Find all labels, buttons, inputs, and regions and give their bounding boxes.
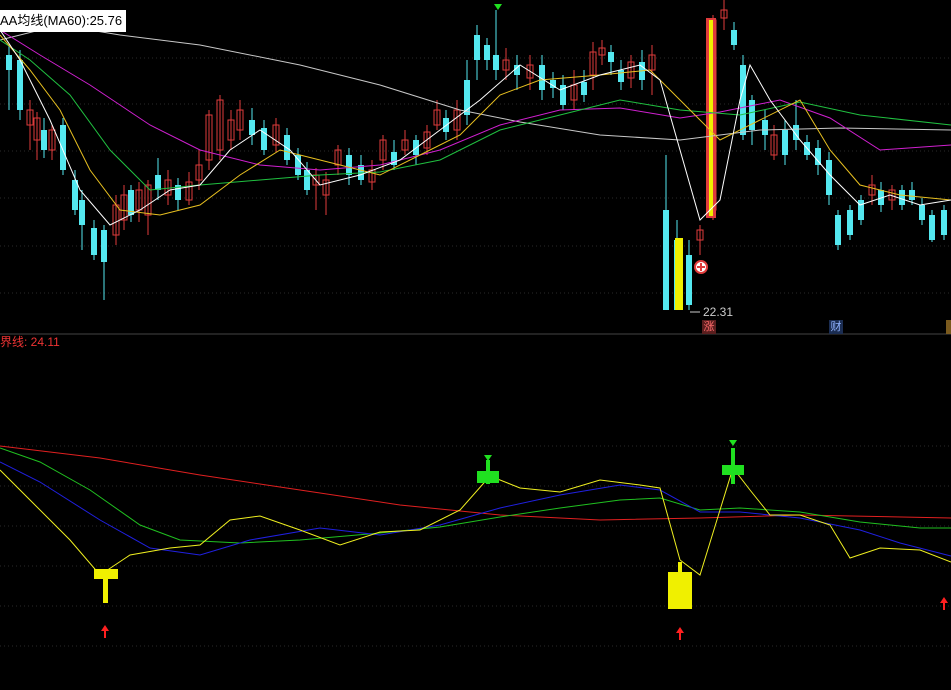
candle-body-down [941,210,947,235]
candle-body-down [815,148,821,165]
candle-body-down [6,55,12,70]
buy-arrow-head [940,597,948,603]
signal-block-green-1-stem [486,460,490,484]
indicator-label: 界线: 24.11 [0,335,60,349]
candle-body-down [346,155,352,175]
candle-body-down [847,210,853,235]
candle-body-down [663,210,669,310]
candle-body-down [618,70,624,82]
candle-body-down [929,215,935,240]
signal-marker-green-2 [729,440,737,446]
ma-line-green [0,39,951,191]
signal-block-yellow-2 [668,572,692,609]
candle-body-down [909,190,915,200]
candle-body-down [608,52,614,62]
volume-bar-yellow [675,238,683,310]
indicator-line-blue [0,461,951,557]
signal-marker-top [494,4,502,10]
candle-body-down [484,45,490,60]
candle-body-down [41,130,47,150]
candle-body-down [782,130,788,155]
candle-body-down [762,120,768,135]
stock-chart [0,0,951,647]
signal-marker-green-1 [484,455,492,461]
candle-body-down [493,55,499,70]
candle-body-down [101,230,107,262]
signal-block-yellow-1-stem [103,579,108,603]
highlight-bar-yellow [709,20,713,216]
indicator-line-green [0,447,951,544]
buy-arrow-head [101,625,109,631]
candle-body-down [835,215,841,245]
candle-body-down [826,160,832,195]
event-badge-zhang[interactable]: 涨 [702,320,716,334]
signal-block-green-2-stem [731,448,735,484]
low-price-label: 22.31 [703,305,734,319]
signal-block-yellow-2-top [678,562,682,574]
event-badge-edge[interactable] [946,320,951,334]
candle-body-down [249,120,255,135]
candle-body-down [295,155,301,175]
candle-body-down [17,60,23,110]
candle-body-down [474,35,480,60]
indicator-line-red [0,445,951,521]
event-badge-cai[interactable]: 财 [829,320,843,334]
candle-body-down [686,255,692,305]
signal-block-yellow-1 [94,569,118,579]
candle-body-down [858,200,864,220]
candle-body-down [731,30,737,45]
candle-body-down [919,205,925,220]
ma60-label: AA均线(MA60):25.76 [0,10,127,32]
candle-body-down [899,190,905,205]
candle-body-down [91,228,97,255]
candle-body-down [581,82,587,95]
ma-line-yellow [0,34,951,216]
candle-body-down [60,125,66,170]
candle-body-down [79,200,85,225]
candle-body-down [740,65,746,135]
buy-arrow-head [676,627,684,633]
candle-body-down [155,175,161,190]
